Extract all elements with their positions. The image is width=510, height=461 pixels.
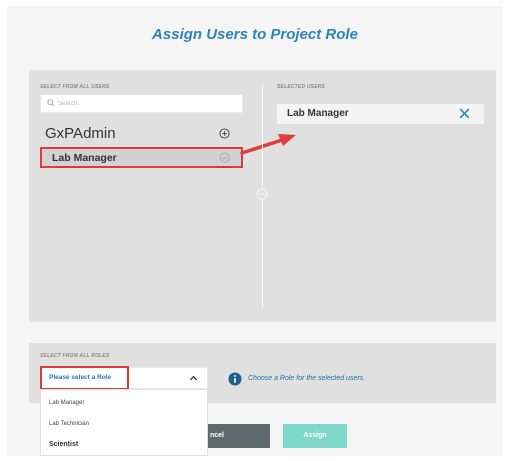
search-input[interactable] [58, 98, 228, 110]
role-info-text: Choose a Role for the selected users. [248, 375, 366, 382]
check-circle-icon[interactable] [219, 152, 230, 163]
selected-users-caption: SELECTED USERS [277, 84, 326, 90]
selected-user-label: Lab Manager [287, 108, 349, 119]
role-option-scientist[interactable]: Scientist [49, 441, 78, 448]
role-select-value: Please select a Role [49, 374, 112, 381]
role-select-value-highlight[interactable]: Please select a Role [40, 366, 129, 390]
all-users-caption: SELECT FROM ALL USERS [40, 84, 110, 90]
user-search-box[interactable] [40, 94, 243, 113]
all-roles-caption: SELECT FROM ALL ROLES [40, 353, 110, 359]
add-circle-icon[interactable] [219, 128, 230, 139]
user-item-gxpadmin[interactable]: GxPAdmin [45, 125, 116, 142]
cancel-button[interactable]: ncel [208, 424, 270, 448]
search-icon [47, 99, 55, 107]
role-dropdown-menu: Lab Manager Lab Technician Scientist [40, 389, 208, 456]
user-item-lab-manager[interactable]: Lab Manager [40, 147, 243, 168]
user-item-label: Lab Manager [52, 152, 117, 164]
close-icon[interactable] [458, 107, 471, 120]
info-icon [228, 372, 242, 386]
arrow-icon [240, 134, 296, 155]
chevron-up-icon[interactable] [189, 374, 198, 382]
selected-user-item: Lab Manager [277, 104, 484, 124]
dialog-title: Assign Users to Project Role [152, 26, 358, 43]
role-option-lab-technician[interactable]: Lab Technician [49, 421, 89, 427]
assign-button[interactable]: Assign [283, 424, 347, 448]
role-option-lab-manager[interactable]: Lab Manager [49, 400, 84, 406]
divider-handle-icon [256, 188, 268, 200]
cancel-button-label: ncel [210, 432, 225, 439]
